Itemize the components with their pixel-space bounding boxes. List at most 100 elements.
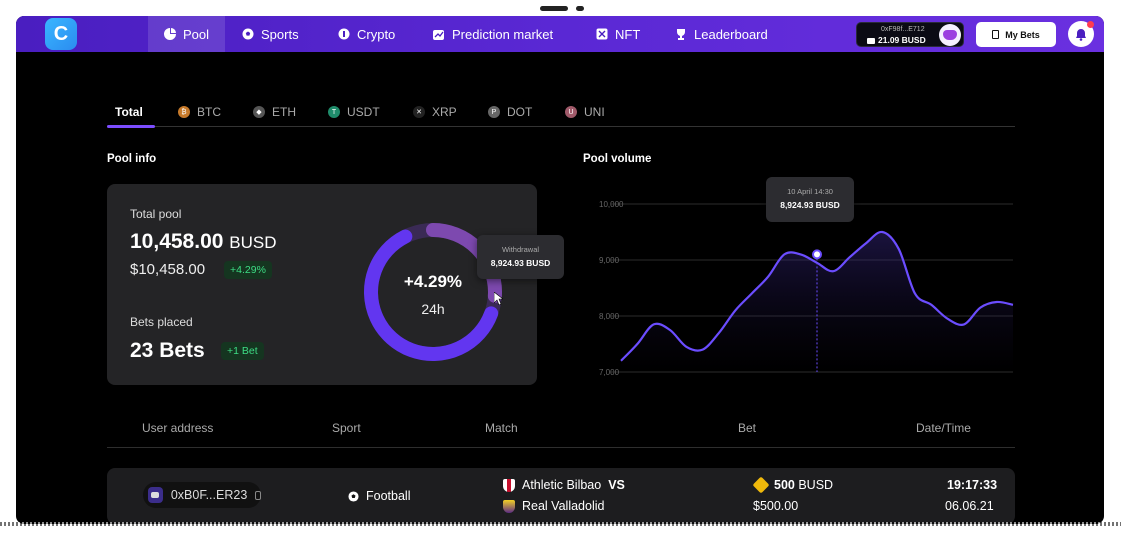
tab-xrp-label: XRP [432, 105, 457, 119]
wallet-address: 0xF98f...E712 [881, 26, 925, 33]
chart-tooltip-date: 10 April 14:30 [787, 187, 833, 196]
pool-info-card: Total pool 10,458.00 BUSD $10,458.00 +4.… [107, 184, 564, 385]
tab-eth[interactable]: ◆ ETH [253, 105, 296, 119]
header-match[interactable]: Match [485, 421, 518, 435]
nav-nft-label: NFT [615, 26, 641, 42]
nav-leaderboard-label: Leaderboard [694, 26, 768, 42]
chart-tooltip: 10 April 14:30 8,924.93 BUSD [766, 177, 854, 222]
tab-total[interactable]: Total [115, 105, 143, 119]
x-tick-label: 16:00 [1003, 389, 1016, 390]
athletic-bilbao-crest-icon [503, 478, 515, 492]
tab-dot-label: DOT [507, 105, 533, 119]
x-tick-label: 15:30 [938, 389, 959, 390]
x-tick-label: 15:00 [872, 389, 893, 390]
notification-dot [1087, 21, 1094, 28]
header-date-time[interactable]: Date/Time [916, 421, 971, 435]
tab-usdt[interactable]: T USDT [328, 105, 380, 119]
coin-icon [338, 28, 350, 40]
chart-tooltip-value: 8,924.93 BUSD [780, 200, 840, 210]
total-pool-value: 10,458.00 BUSD [130, 230, 277, 254]
wallet-balance-widget[interactable]: 0xF98f...E712 21.09 BUSD [856, 22, 964, 47]
tab-eth-label: ETH [272, 105, 296, 119]
real-valladolid-crest-icon [503, 499, 515, 513]
btc-coin-icon: ₿ [178, 106, 190, 118]
tab-uni[interactable]: U UNI [565, 105, 605, 119]
nav-leaderboard[interactable]: Leaderboard [675, 16, 768, 52]
copy-icon[interactable] [255, 490, 261, 500]
user-address-pill[interactable]: 0xB0F...ER23 [143, 482, 261, 508]
mouse-cursor-icon [493, 291, 504, 308]
tab-btc-label: BTC [197, 105, 221, 119]
versus-label: VS [608, 478, 625, 492]
total-pool-change-badge: +4.29% [224, 261, 272, 279]
soccer-ball-icon [348, 490, 359, 502]
dot-coin-icon: P [488, 106, 500, 118]
nav-prediction-market[interactable]: Prediction market [433, 16, 553, 52]
bet-usd: $500.00 [753, 499, 799, 513]
user-address: 0xB0F...ER23 [170, 488, 248, 502]
wallet-icon [867, 37, 875, 44]
trophy-icon [675, 28, 687, 40]
donut-tooltip-label: Withdrawal [501, 245, 540, 254]
xrp-coin-icon: ✕ [413, 106, 425, 118]
logo-letter: C [53, 22, 69, 45]
bets-placed-value: 23 Bets [130, 339, 205, 362]
y-tick-label: 10,000 [599, 200, 624, 209]
uni-coin-icon: U [565, 106, 577, 118]
bet-unit: BUSD [798, 478, 834, 492]
notification-button[interactable] [1068, 21, 1094, 47]
bets-change-badge: +1 Bet [221, 342, 264, 360]
team-home: Athletic Bilbao [522, 478, 602, 492]
nav-sports[interactable]: Sports [242, 16, 299, 52]
donut-tooltip: Withdrawal 8,924.93 BUSD [477, 235, 564, 279]
nft-icon [596, 28, 608, 40]
tab-btc[interactable]: ₿ BTC [178, 105, 221, 119]
tab-total-label: Total [115, 105, 143, 119]
pie-icon [164, 28, 176, 40]
x-tick-label: 14:30 [807, 389, 828, 390]
app-logo[interactable]: C [45, 18, 77, 50]
y-tick-label: 8,000 [599, 312, 620, 321]
busd-icon [752, 476, 770, 494]
screen-edge-strip [0, 522, 1121, 526]
highlight-point [812, 249, 822, 260]
nav-pool[interactable]: Pool [148, 16, 226, 52]
header-sport[interactable]: Sport [332, 421, 361, 435]
wallet-balance: 21.09 BUSD [867, 35, 926, 45]
bet-value: 500 [774, 478, 795, 492]
bell-icon [1076, 28, 1086, 41]
tab-xrp[interactable]: ✕ XRP [413, 105, 457, 119]
total-pool-amount: 10,458.00 [130, 230, 224, 253]
sport-cell: Football [348, 489, 410, 503]
header-user-address[interactable]: User address [142, 421, 213, 435]
header-bet[interactable]: Bet [738, 421, 756, 435]
table-header-divider [107, 447, 1015, 448]
user-avatar[interactable] [939, 24, 961, 46]
user-avatar [148, 487, 163, 503]
team-away: Real Valladolid [522, 499, 605, 513]
app-window: C Pool Sports Crypto Prediction market N… [16, 16, 1104, 524]
soccer-ball-icon [242, 28, 254, 40]
y-tick-label: 7,000 [599, 368, 620, 377]
table-row[interactable]: 0xB0F...ER23 Football Athletic Bilbao VS… [107, 468, 1015, 524]
match-away: Real Valladolid [503, 499, 604, 513]
window-handle [540, 6, 568, 11]
x-tick-label: 14:00 [742, 389, 763, 390]
x-tick-label: 13:30 [676, 389, 697, 390]
my-bets-button[interactable]: My Bets [976, 22, 1056, 47]
x-tick-label: 13:00 [611, 389, 632, 390]
nav-crypto[interactable]: Crypto [338, 16, 395, 52]
nav-pool-label: Pool [183, 26, 210, 42]
avatar-icon [943, 30, 957, 40]
receipt-icon [992, 30, 1000, 39]
usdt-coin-icon: T [328, 106, 340, 118]
total-pool-usd: $10,458.00 [130, 261, 206, 278]
my-bets-label: My Bets [1005, 29, 1040, 40]
nav-nft[interactable]: NFT [596, 16, 640, 52]
tab-dot[interactable]: P DOT [488, 105, 532, 119]
tab-usdt-label: USDT [347, 105, 380, 119]
eth-coin-icon: ◆ [253, 106, 265, 118]
bets-placed-label: Bets placed [130, 315, 193, 329]
pool-volume-title: Pool volume [583, 153, 652, 165]
match-home: Athletic Bilbao VS [503, 478, 625, 492]
